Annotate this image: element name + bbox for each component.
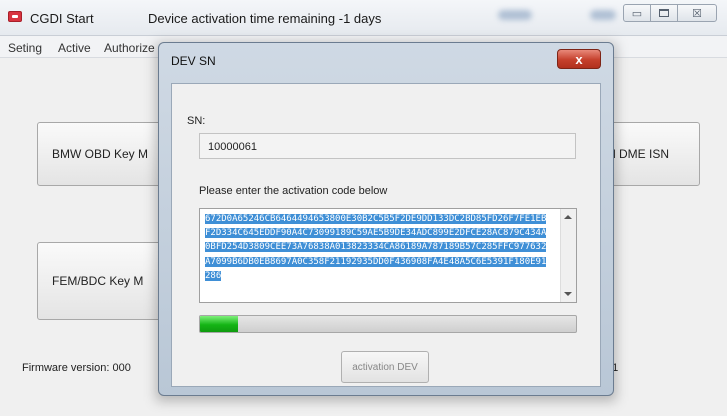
- app-title: CGDI Start: [30, 11, 94, 26]
- activation-status-text: Device activation time remaining -1 days: [148, 11, 382, 26]
- app-icon: [8, 11, 22, 22]
- main-title-bar: CGDI Start Device activation time remain…: [0, 0, 727, 36]
- blurred-taskbar-area: [498, 10, 532, 20]
- progress-fill: [200, 316, 238, 332]
- maximize-button[interactable]: [650, 4, 678, 22]
- sn-field: 10000061: [199, 133, 576, 159]
- firmware-version-text: Firmware version: 000: [22, 362, 131, 374]
- activation-code-text: 672D0A65246CB6464494653800E30B2C5B5F2DE9…: [205, 212, 550, 283]
- activation-code-selection: 672D0A65246CB6464494653800E30B2C5B5F2DE9…: [205, 214, 547, 281]
- minimize-icon: ▭: [631, 7, 643, 20]
- minimize-button[interactable]: ▭: [623, 4, 651, 22]
- fem-bdc-key-label: FEM/BDC Key M: [52, 274, 144, 288]
- close-icon: ☒: [692, 7, 702, 20]
- activation-progress-bar: [199, 315, 577, 333]
- close-window-button[interactable]: ☒: [677, 4, 717, 22]
- bmw-obd-key-label: BMW OBD Key M: [52, 147, 149, 161]
- activation-code-label: Please enter the activation code below: [199, 185, 388, 197]
- menu-item-active[interactable]: Active: [58, 41, 91, 55]
- activation-dev-label: activation DEV: [352, 361, 418, 373]
- code-scrollbar[interactable]: [560, 209, 576, 302]
- dialog-title: DEV SN: [171, 54, 216, 68]
- activation-dev-button[interactable]: activation DEV: [341, 351, 429, 383]
- dialog-close-button[interactable]: x: [557, 49, 601, 69]
- sn-label: SN:: [187, 115, 206, 127]
- window-controls: ▭ ☒: [623, 4, 717, 22]
- dme-isn-label: d DME ISN: [609, 147, 670, 161]
- close-icon: x: [575, 51, 583, 67]
- dev-sn-dialog: DEV SN x SN: 10000061 Please enter the a…: [158, 42, 614, 396]
- menu-item-seting[interactable]: Seting: [8, 41, 42, 55]
- scroll-down-icon[interactable]: [564, 292, 572, 296]
- scroll-up-icon[interactable]: [564, 215, 572, 219]
- menu-item-authorize[interactable]: Authorize: [104, 41, 155, 55]
- maximize-icon: [659, 9, 669, 17]
- activation-code-input[interactable]: 672D0A65246CB6464494653800E30B2C5B5F2DE9…: [199, 208, 577, 303]
- blurred-taskbar-area: [590, 10, 616, 20]
